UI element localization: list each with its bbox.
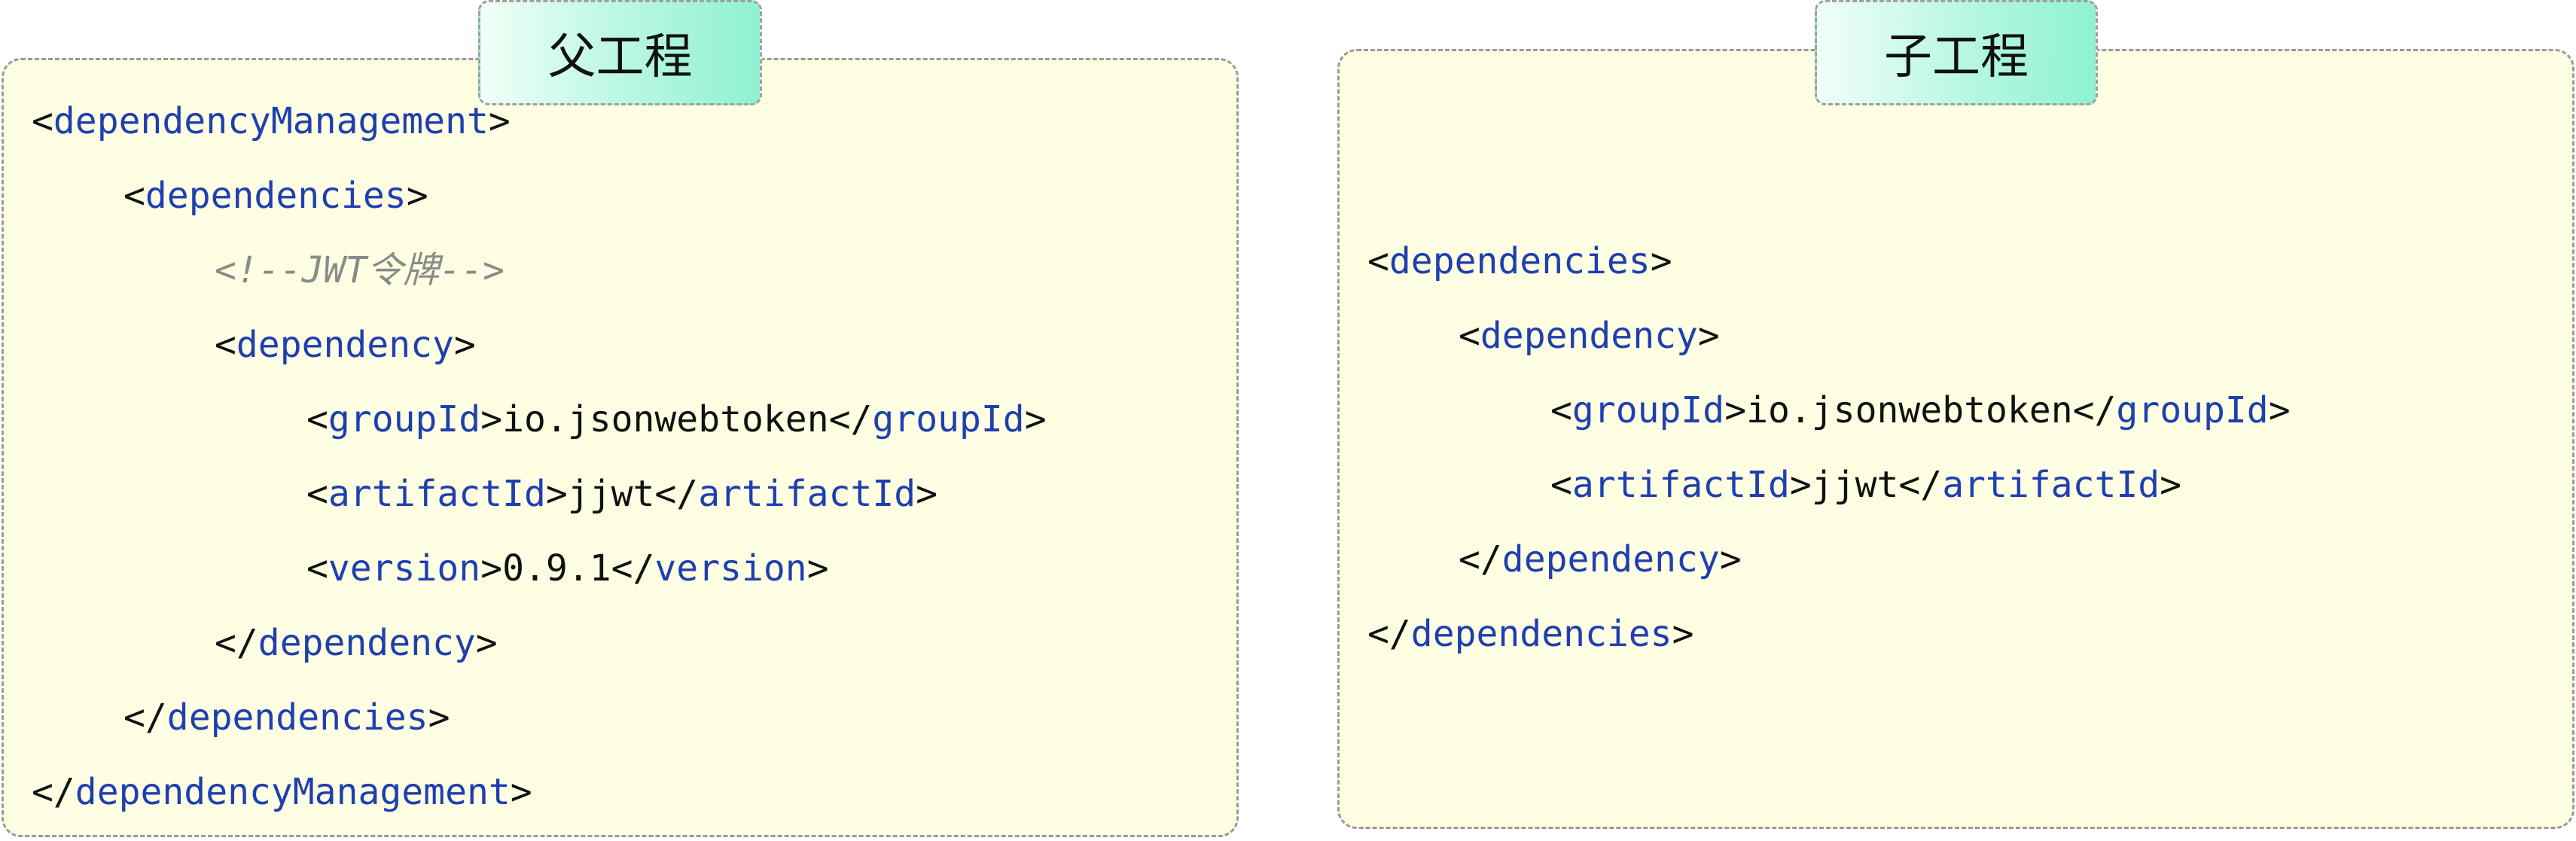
code-line: <groupId>io.jsonwebtoken</groupId> [306,398,1047,440]
xml-tag: dependencyManagement [53,100,489,142]
xml-tag: artifactId [1572,464,1790,506]
xml-tag: artifactId [698,473,916,515]
xml-tag: dependency [1501,538,1720,580]
code-line: </dependencies> [123,696,450,739]
xml-tag: dependencies [145,175,407,217]
code-line: <dependencies> [1367,240,1672,282]
xml-tag: dependency [1480,315,1698,357]
code-line: </dependencyManagement> [32,771,532,813]
parent-project-tab: 父工程 [478,0,762,105]
xml-tag: version [654,547,807,590]
parent-pom-code: <dependencyManagement> <dependencies> <!… [32,0,1047,811]
xml-value: jjwt [567,473,655,515]
code-line: </dependencies> [1367,613,1694,655]
xml-value: 0.9.1 [502,547,611,590]
code-line: <artifactId>jjwt</artifactId> [306,473,938,515]
xml-tag: dependencies [1410,613,1672,655]
code-line: <artifactId>jjwt</artifactId> [1550,464,2182,506]
xml-tag: artifactId [1942,464,2160,506]
child-project-tab: 子工程 [1815,0,2098,105]
xml-value: jjwt [1811,464,1899,506]
xml-tag: dependencies [166,696,428,739]
xml-tag: groupId [328,398,481,440]
code-line: <dependency> [215,324,476,366]
xml-tag: groupId [2116,389,2269,431]
code-line: <dependency> [1459,315,1720,357]
xml-tag: dependency [236,324,454,366]
xml-tag: artifactId [328,473,546,515]
xml-value: io.jsonwebtoken [502,398,829,440]
child-project-title: 子工程 [1884,29,2029,85]
code-line: </dependency> [1459,538,1742,580]
child-project-panel [1337,49,2574,829]
parent-project-title: 父工程 [547,29,693,85]
code-line: <dependencies> [123,175,428,217]
xml-tag: dependencies [1389,240,1651,282]
xml-tag: groupId [1572,389,1725,431]
code-line: <groupId>io.jsonwebtoken</groupId> [1550,389,2291,431]
code-line: <version>0.9.1</version> [306,547,829,590]
code-line: </dependency> [215,622,498,664]
code-line: <dependencyManagement> [32,100,511,142]
xml-tag: groupId [872,398,1025,440]
xml-tag: dependency [258,622,476,664]
xml-tag: dependencyManagement [75,771,511,813]
xml-tag: version [328,547,481,590]
xml-value: io.jsonwebtoken [1746,389,2073,431]
child-pom-code: <dependencies> <dependency> <groupId>io.… [1367,0,2291,653]
xml-comment: <!--JWT令牌--> [215,249,505,291]
